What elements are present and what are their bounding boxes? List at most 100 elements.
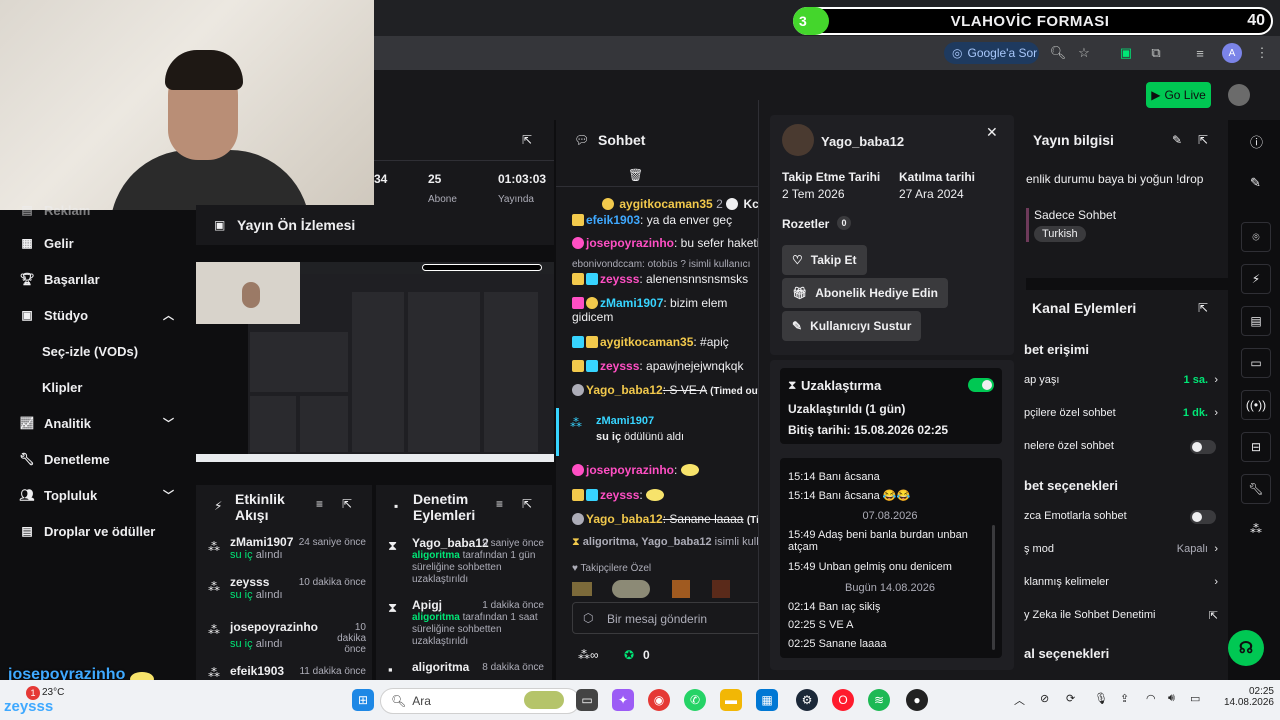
trash-icon[interactable]: 🗑︎	[628, 168, 643, 182]
chat-input[interactable]: ⬡ Bir mesaj gönderin	[572, 602, 762, 634]
activity-item[interactable]: efeik1903 11 dakika önce	[206, 664, 366, 678]
subscriber-only-toggle[interactable]	[1190, 440, 1216, 454]
chat-message[interactable]: josepoyrazinho:	[572, 463, 762, 477]
stream-preview[interactable]	[196, 262, 554, 462]
popout-icon[interactable]: ⇱	[522, 497, 532, 511]
clip-icon[interactable]: ⌾	[1241, 222, 1271, 252]
vpn-icon[interactable]: ⇪	[1120, 692, 1129, 705]
chat-message[interactable]: zeysss:	[572, 488, 762, 502]
whatsapp-icon[interactable]: ✆	[684, 689, 706, 711]
battery-icon[interactable]: ▭	[1190, 692, 1200, 705]
mute-user-button[interactable]: ✎ Kullanıcıyı Sustur	[782, 311, 922, 341]
setting-row[interactable]: pçilere özel sohbet 1 dk. ›	[1024, 407, 1224, 419]
copilot-icon[interactable]: ✦	[612, 689, 634, 711]
chat-message[interactable]: aygitkocaman35: #apiç	[572, 335, 762, 349]
setting-row[interactable]: ap yaşı 1 sa. ›	[1024, 374, 1224, 386]
menu-icon[interactable]: ⋮	[1252, 43, 1272, 63]
start-icon[interactable]: ⊞	[352, 689, 374, 711]
reward-redemption[interactable]: zMami1907 su iç ödülünü aldı	[596, 415, 684, 443]
sync-icon[interactable]: ⟳	[1066, 692, 1075, 705]
setting-row[interactable]: ş mod Kapalı ›	[1024, 543, 1224, 555]
chat-message[interactable]: Yago_baba12: S VE A (Timed out)	[572, 383, 762, 397]
taskbar-clock[interactable]: 02:25 14.08.2026	[1216, 686, 1274, 708]
setting-row[interactable]: y Zeka ile Sohbet Denetimi ⇱	[1024, 609, 1224, 622]
user-avatar[interactable]	[1228, 84, 1250, 106]
nav-item-drops[interactable]: ▤ Droplar ve ödüller	[18, 519, 178, 543]
chat-bubble-icon[interactable]: ▭	[1241, 348, 1271, 378]
follow-button[interactable]: ♡ Takip Et	[782, 245, 867, 275]
nav-item-achievements[interactable]: 🏆︎ Başarılar	[18, 267, 178, 291]
popout-icon[interactable]: ⇱	[1198, 133, 1208, 147]
setting-row[interactable]: klanmış kelimeler ›	[1024, 576, 1224, 588]
edit-icon[interactable]: ✎	[1172, 133, 1182, 147]
spotify-icon[interactable]: ≋	[868, 689, 890, 711]
chat-message[interactable]: josepoyrazinho: bu sefer haketi	[572, 236, 762, 250]
nav-item-studio[interactable]: ▣ Stüdyo ︿	[18, 303, 178, 327]
info-icon[interactable]: ⓘ	[1250, 132, 1263, 151]
mod-action-item[interactable]: Yago_baba12 9 saniye önce aligoritma tar…	[412, 536, 544, 586]
close-icon[interactable]: ✕	[986, 124, 998, 141]
nav-item-analytics[interactable]: 📈︎ Analitik ﹀	[18, 411, 178, 435]
chat-message[interactable]: zeysss: apawjnejejwnqkqk	[572, 359, 762, 373]
stream-tag[interactable]: Turkish	[1034, 226, 1086, 242]
no-wifi-icon[interactable]: ⊘	[1040, 692, 1049, 705]
popout-icon[interactable]: ⇱	[1198, 301, 1208, 315]
chat-message[interactable]: zMami1907: bizim elem gidicem	[572, 296, 756, 324]
zoom-icon[interactable]: 🔍︎	[1048, 43, 1068, 63]
activity-item[interactable]: zeysss 10 dakika önce su iç alındı	[206, 575, 366, 601]
nav-item-moderation[interactable]: 🔧︎ Denetleme	[18, 447, 178, 471]
notes-icon[interactable]: ▤	[1241, 306, 1271, 336]
volume-icon[interactable]: 🔊︎	[1168, 692, 1175, 705]
obs-icon[interactable]: ●	[906, 689, 928, 711]
star-icon[interactable]: ☆	[1074, 43, 1094, 63]
nav-item-vods[interactable]: Seç-izle (VODs)	[18, 339, 178, 363]
nav-item-clips[interactable]: Klipler	[18, 375, 178, 399]
activity-item[interactable]: zMami1907 24 saniye önce su iç alındı	[206, 535, 366, 561]
history-scrollbar[interactable]	[992, 525, 995, 650]
help-button[interactable]: ☊	[1228, 630, 1264, 666]
store-icon[interactable]: ▦	[756, 689, 778, 711]
activity-item[interactable]: josepoyrazinho 10 dakika önce su iç alın…	[206, 620, 366, 655]
chat-message[interactable]: zeysss: alenensnnsnsmsks	[572, 272, 762, 286]
timeout-toggle[interactable]	[968, 378, 994, 392]
folder-icon[interactable]: ▬	[720, 689, 742, 711]
opera-icon[interactable]: O	[832, 689, 854, 711]
reward-icon[interactable]: ⁂	[1250, 522, 1262, 536]
chevron-up-icon[interactable]: ︿	[1014, 692, 1025, 708]
nav-item-community[interactable]: 👥︎ Topluluk ﹀	[18, 483, 178, 507]
emote-only-toggle[interactable]	[1190, 510, 1216, 524]
broadcast-icon[interactable]: ((•))	[1241, 390, 1271, 420]
stream-category[interactable]: Sadece Sohbet	[1034, 208, 1116, 222]
lightning-icon[interactable]: ⚡︎	[1241, 264, 1271, 294]
mic-icon[interactable]: 🎙︎	[1094, 692, 1108, 705]
popout-icon[interactable]: ⇱	[522, 133, 532, 147]
go-live-button[interactable]: ▶ Go Live	[1146, 82, 1211, 108]
mod-action-item[interactable]: Apigj 1 dakika önce aligoritma tarafında…	[412, 598, 544, 648]
filter-icon[interactable]: ≡	[316, 497, 323, 511]
chat-message[interactable]: Yago_baba12: Sanane laaaa (Timed	[572, 512, 762, 526]
nav-item-revenue[interactable]: ▦ Gelir	[18, 231, 178, 255]
filter-icon[interactable]: ≡	[496, 497, 503, 511]
extension-icon[interactable]: ▣	[1116, 43, 1136, 63]
puzzle-icon[interactable]: ⧉	[1146, 43, 1166, 63]
task-view-icon[interactable]: ▭	[576, 689, 598, 711]
emote-row[interactable]	[572, 580, 752, 598]
wrench-icon[interactable]: 🔧︎	[1241, 474, 1271, 504]
chat-message[interactable]: efeik1903: ya da enver geç	[572, 213, 762, 227]
user-card-username[interactable]: Yago_baba12	[821, 134, 904, 149]
edit-icon[interactable]: ✎	[1250, 175, 1261, 191]
google-ask-button[interactable]: ◎ Google'a Sor	[944, 42, 1039, 64]
pinned-leaderboard[interactable]: aygitkocaman35 2 Kc	[602, 197, 759, 211]
media-icon[interactable]: ≡	[1190, 43, 1210, 63]
popout-icon[interactable]: ⇱	[342, 497, 352, 511]
mod-action-item[interactable]: aligoritma 8 dakika önce	[412, 660, 544, 674]
layout-icon[interactable]: ⊟	[1241, 432, 1271, 462]
nav-item-ads[interactable]: ▤ Reklam	[18, 198, 178, 222]
wifi-icon[interactable]: ◠	[1146, 692, 1156, 705]
chrome-icon[interactable]: ◉	[648, 689, 670, 711]
weather-temp[interactable]: 23°C	[42, 687, 64, 698]
profile-avatar-icon[interactable]: A	[1222, 43, 1242, 63]
gift-sub-button[interactable]: 🎁︎ Abonelik Hediye Edin	[782, 278, 948, 308]
channel-points-icon[interactable]: ⁂∞	[578, 648, 599, 662]
steam-icon[interactable]: ⚙	[796, 689, 818, 711]
